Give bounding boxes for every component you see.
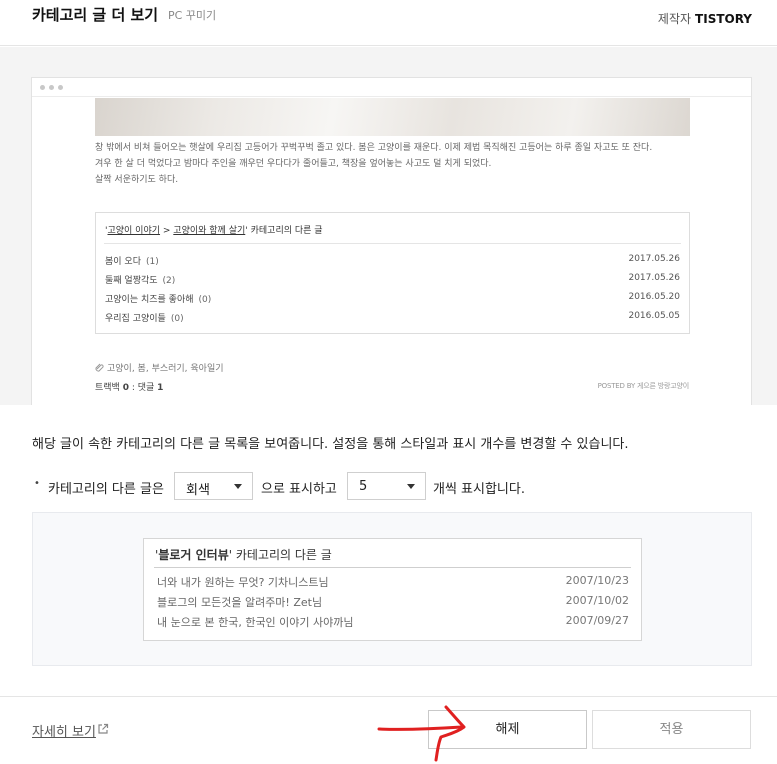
preview-browser-frame: 창 밖에서 비쳐 들어오는 햇살에 우리집 고등어가 꾸벅꾸벅 졸고 있다. 봄… bbox=[31, 77, 752, 405]
list-item[interactable]: 고양이는 치즈를 좋아해 (0) 2016.05.20 bbox=[105, 292, 680, 306]
divider bbox=[154, 567, 631, 568]
count-select-value: 5 bbox=[359, 479, 368, 494]
post-line: 살짝 서운하기도 하다. bbox=[95, 175, 179, 185]
sample-title: 내 눈으로 본 한국, 한국인 이야기 사야까님 bbox=[157, 616, 354, 629]
sample-heading-suffix: 카테고리의 다른 글 bbox=[232, 548, 332, 562]
item-title: 우리집 고양이들 bbox=[105, 314, 166, 324]
post-line: 창 밖에서 비쳐 들어오는 햇살에 우리집 고등어가 꾸벅꾸벅 졸고 있다. 봄… bbox=[95, 143, 653, 153]
category-link-parent[interactable]: 고양이 이야기 bbox=[107, 226, 160, 236]
style-select[interactable]: 회색 bbox=[174, 472, 253, 500]
chevron-down-icon bbox=[234, 484, 242, 489]
style-sample-area: '블로거 인터뷰' 카테고리의 다른 글 너와 내가 원하는 무엇? 기차니스트… bbox=[32, 512, 752, 666]
learn-more-link[interactable]: 자세히 보기 bbox=[32, 721, 96, 740]
maker-name: TISTORY bbox=[695, 12, 752, 26]
paperclip-icon bbox=[95, 363, 104, 372]
sample-title: 너와 내가 원하는 무엇? 기차니스트님 bbox=[157, 576, 329, 589]
modal-subtitle: PC 꾸미기 bbox=[168, 9, 217, 22]
item-count: (2) bbox=[162, 276, 176, 286]
modal-header: 카테고리 글 더 보기 PC 꾸미기 제작자 TISTORY bbox=[0, 0, 777, 46]
setting-label: 개씩 표시합니다. bbox=[433, 482, 525, 497]
list-item[interactable]: 봄이 오다 (1) 2017.05.26 bbox=[105, 254, 680, 268]
category-heading: '고양이 이야기 > 고양이와 함께 살기' 카테고리의 다른 글 bbox=[105, 223, 323, 236]
setting-label: 카테고리의 다른 글은 bbox=[48, 482, 164, 497]
item-count: (0) bbox=[170, 314, 184, 324]
item-date: 2016.05.20 bbox=[628, 292, 680, 302]
item-date: 2017.05.26 bbox=[628, 254, 680, 264]
sample-row: 내 눈으로 본 한국, 한국인 이야기 사야까님 2007/09/27 bbox=[157, 614, 629, 630]
sample-date: 2007/10/23 bbox=[565, 574, 629, 587]
category-link-child[interactable]: 고양이와 함께 살기 bbox=[173, 226, 245, 236]
post-line: 겨우 한 살 더 먹었다고 밤마다 주인을 깨우던 우다다가 줄어들고, 책장을… bbox=[95, 159, 492, 169]
bullet: • bbox=[34, 478, 40, 489]
settings-row: • 카테고리의 다른 글은 회색 으로 표시하고 5 개씩 표시합니다. bbox=[32, 472, 732, 500]
trackback-comment-info: 트랙백 0 : 댓글 1 bbox=[95, 380, 163, 393]
window-dot-icon bbox=[40, 85, 45, 90]
path-separator: > bbox=[160, 226, 174, 236]
item-title: 고양이는 치즈를 좋아해 bbox=[105, 295, 194, 305]
sample-row: 블로그의 모든것을 알려주마! Zet님 2007/10/02 bbox=[157, 594, 629, 610]
category-more-box: '고양이 이야기 > 고양이와 함께 살기' 카테고리의 다른 글 봄이 오다 (… bbox=[95, 212, 690, 334]
tag-list[interactable]: 고양이, 봄, 부스러기, 육아일기 bbox=[107, 364, 224, 374]
item-title: 둘째 얼짱각도 bbox=[105, 276, 158, 286]
maker-label: 제작자 bbox=[657, 12, 692, 26]
sample-date: 2007/10/02 bbox=[565, 594, 629, 607]
maker-info: 제작자 TISTORY bbox=[658, 10, 752, 27]
comment-count: 1 bbox=[157, 383, 164, 393]
apply-button[interactable]: 적용 bbox=[592, 710, 751, 749]
sample-heading: '블로거 인터뷰' 카테고리의 다른 글 bbox=[155, 546, 332, 563]
sample-row: 너와 내가 원하는 무엇? 기차니스트님 2007/10/23 bbox=[157, 574, 629, 590]
sample-blog-name: 블로거 인터뷰 bbox=[158, 548, 229, 562]
count-select[interactable]: 5 bbox=[347, 472, 426, 500]
item-count: (0) bbox=[198, 295, 212, 305]
post-tags: 고양이, 봄, 부스러기, 육아일기 bbox=[95, 361, 224, 374]
chevron-down-icon bbox=[407, 484, 415, 489]
comment-label: : 댓글 bbox=[128, 383, 158, 393]
sample-date: 2007/09/27 bbox=[565, 614, 629, 627]
style-select-value: 회색 bbox=[186, 483, 210, 498]
browser-bar bbox=[32, 78, 751, 97]
category-heading-suffix: 카테고리의 다른 글 bbox=[247, 226, 323, 236]
preview-area: 창 밖에서 비쳐 들어오는 햇살에 우리집 고등어가 꾸벅꾸벅 졸고 있다. 봄… bbox=[0, 47, 777, 405]
list-item[interactable]: 우리집 고양이들 (0) 2016.05.05 bbox=[105, 311, 680, 325]
item-title: 봄이 오다 bbox=[105, 257, 141, 267]
divider bbox=[104, 243, 681, 244]
item-date: 2017.05.26 bbox=[628, 273, 680, 283]
post-hero-image bbox=[95, 98, 690, 136]
style-sample-box: '블로거 인터뷰' 카테고리의 다른 글 너와 내가 원하는 무엇? 기차니스트… bbox=[143, 538, 642, 641]
window-dot-icon bbox=[58, 85, 63, 90]
modal-title: 카테고리 글 더 보기 bbox=[32, 6, 159, 24]
annotation-arrow-icon bbox=[377, 705, 466, 762]
item-date: 2016.05.05 bbox=[628, 311, 680, 321]
window-dot-icon bbox=[49, 85, 54, 90]
external-link-icon[interactable] bbox=[97, 723, 109, 735]
setting-label: 으로 표시하고 bbox=[261, 482, 337, 497]
post-body: 창 밖에서 비쳐 들어오는 햇살에 우리집 고등어가 꾸벅꾸벅 졸고 있다. 봄… bbox=[95, 140, 705, 188]
plugin-description: 해당 글이 속한 카테고리의 다른 글 목록을 보여줍니다. 설정을 통해 스타… bbox=[32, 437, 629, 452]
trackback-label: 트랙백 bbox=[95, 383, 120, 393]
list-item[interactable]: 둘째 얼짱각도 (2) 2017.05.26 bbox=[105, 273, 680, 287]
sample-title: 블로그의 모든것을 알려주마! Zet님 bbox=[157, 596, 323, 609]
posted-by: POSTED BY 게으른 방랑고양이 bbox=[597, 382, 690, 390]
item-count: (1) bbox=[145, 257, 159, 267]
